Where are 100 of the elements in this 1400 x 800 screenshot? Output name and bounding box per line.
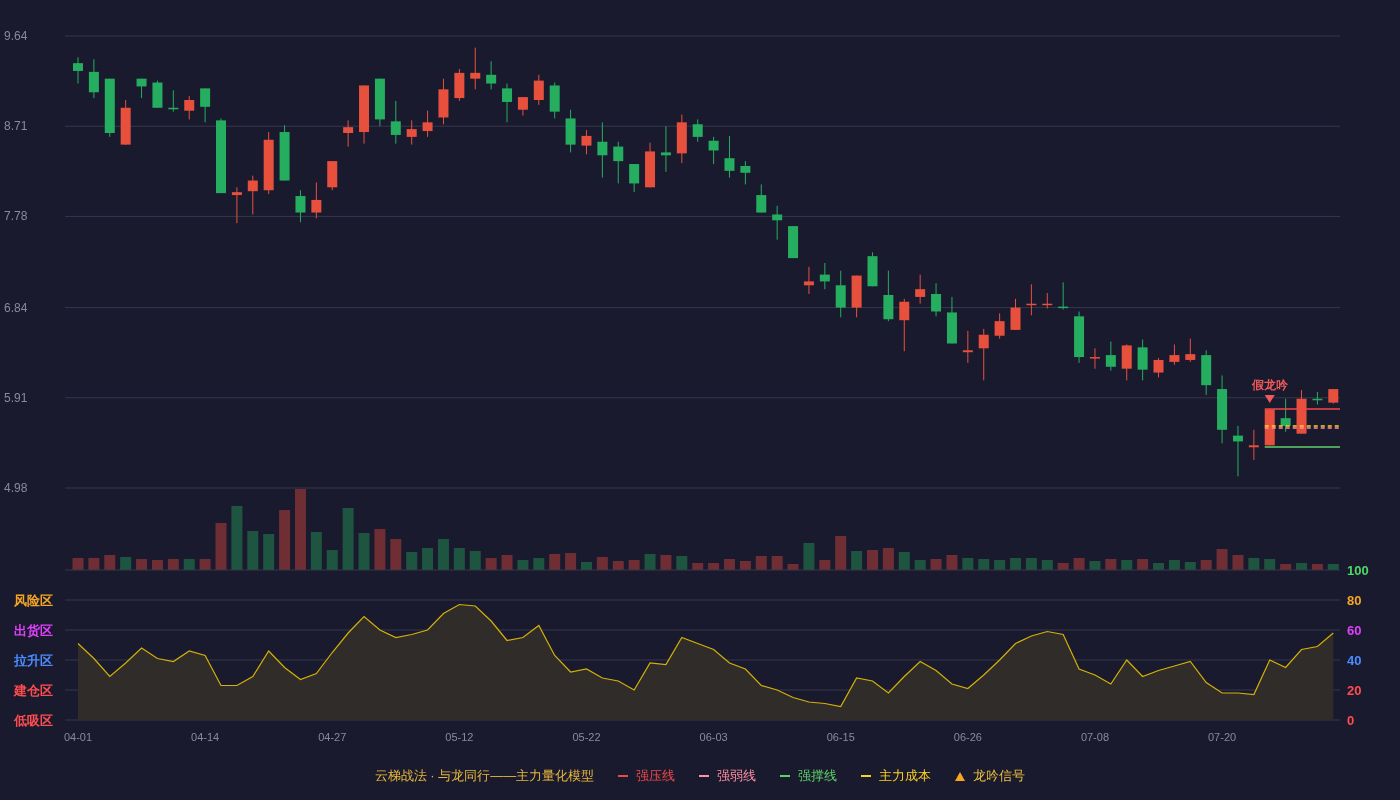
volume-bar xyxy=(485,558,497,570)
candlestick xyxy=(1105,341,1116,372)
candlestick xyxy=(120,99,131,146)
volume-bar xyxy=(215,523,227,570)
volume-bar xyxy=(310,532,322,570)
candlestick xyxy=(438,78,449,125)
volume-bar xyxy=(930,559,942,570)
candlestick xyxy=(502,83,513,123)
axis-label: 0 xyxy=(1347,713,1355,728)
legend-label: 主力成本 xyxy=(879,767,932,786)
zone-label: 低吸区 xyxy=(14,713,53,728)
candlestick xyxy=(549,82,560,119)
volume-bar xyxy=(167,559,179,570)
volume-bar xyxy=(1105,559,1117,570)
volume-bar xyxy=(279,510,291,570)
axis-label: 100 xyxy=(1347,563,1369,578)
candlestick xyxy=(867,251,878,287)
volume-bar xyxy=(183,559,195,570)
candlestick xyxy=(756,183,767,214)
volume-bar xyxy=(374,529,386,570)
volume-bar xyxy=(612,561,624,570)
volume-bar xyxy=(1296,563,1308,570)
axis-label: 07-08 xyxy=(1080,731,1110,743)
candlestick xyxy=(899,298,910,352)
candlestick xyxy=(645,142,656,188)
volume-bar xyxy=(1089,561,1101,570)
candlestick xyxy=(1042,292,1053,310)
candlestick xyxy=(692,118,703,143)
candlestick xyxy=(470,47,481,90)
volume-bar xyxy=(1041,560,1053,570)
candlestick xyxy=(1248,429,1259,461)
volume-bar xyxy=(1311,564,1323,570)
candlestick xyxy=(279,124,290,181)
candlestick xyxy=(374,78,385,127)
axis-label: 8.71 xyxy=(4,119,28,134)
zone-label: 建仓区 xyxy=(14,683,53,698)
axis-label: 05-22 xyxy=(572,731,601,743)
candlestick xyxy=(88,58,99,99)
candlestick xyxy=(1137,339,1148,381)
volume-bar xyxy=(994,560,1006,570)
volume-bar xyxy=(787,564,799,570)
volume-bar xyxy=(263,534,275,570)
volume-bar xyxy=(469,551,481,570)
candlestick xyxy=(533,74,544,106)
candlestick xyxy=(1312,391,1323,406)
candlestick xyxy=(1074,310,1085,364)
volume-bar xyxy=(803,543,815,570)
volume-bar xyxy=(358,533,370,570)
volume-bar xyxy=(231,506,243,570)
volume-bar xyxy=(517,560,529,570)
zone-label: 拉升区 xyxy=(14,653,53,668)
volume-bar xyxy=(1153,563,1164,570)
candlestick xyxy=(994,312,1005,340)
axis-label: 06-15 xyxy=(826,731,855,743)
candlestick xyxy=(613,141,624,184)
axis-label: 06-03 xyxy=(699,731,728,743)
candlestick xyxy=(454,68,465,102)
candlestick xyxy=(1010,298,1021,331)
candlestick xyxy=(629,163,640,193)
candlestick xyxy=(565,109,576,153)
volume-bar xyxy=(136,559,148,570)
volume-bar xyxy=(1025,558,1037,570)
volume-bar xyxy=(628,560,640,570)
candlestick xyxy=(406,119,417,146)
candlestick xyxy=(883,270,894,322)
volume-bar xyxy=(1010,558,1021,570)
volume-bar xyxy=(914,560,926,570)
volume-bar xyxy=(247,531,259,570)
candlestick xyxy=(962,330,973,364)
axis-label: 04-14 xyxy=(191,731,220,743)
candlestick xyxy=(660,125,671,173)
volume-bar xyxy=(453,548,465,570)
legend-title: 云梯战法 · 与龙同行——主力量化模型 xyxy=(374,767,595,786)
signal-label: 假龙吟 xyxy=(1251,378,1288,392)
volume-bar xyxy=(1057,563,1069,570)
candlestick xyxy=(772,205,783,241)
candlestick xyxy=(359,84,369,145)
volume-bar xyxy=(660,555,672,570)
volume-bar xyxy=(851,551,863,570)
candlestick xyxy=(803,266,814,295)
candlestick xyxy=(136,78,147,99)
candlestick xyxy=(1153,357,1164,378)
candlestick xyxy=(676,114,687,164)
candlestick xyxy=(788,225,799,259)
volume-bar xyxy=(501,555,513,570)
down-arrow-icon xyxy=(1264,395,1275,403)
candlestick xyxy=(184,95,195,120)
candlestick xyxy=(73,56,83,85)
volume-bar xyxy=(1137,559,1149,570)
axis-label: 07-20 xyxy=(1208,731,1237,743)
legend-label: 强压线 xyxy=(636,767,676,786)
volume-bar xyxy=(835,536,847,570)
candlestick xyxy=(263,131,274,195)
volume-bar xyxy=(708,563,720,570)
volume-bar xyxy=(1280,564,1292,570)
candlestick xyxy=(1121,343,1132,381)
zone-label: 风险区 xyxy=(14,593,53,608)
candlestick xyxy=(327,160,338,191)
volume-bar xyxy=(342,508,354,570)
volume-bar xyxy=(1216,549,1228,570)
